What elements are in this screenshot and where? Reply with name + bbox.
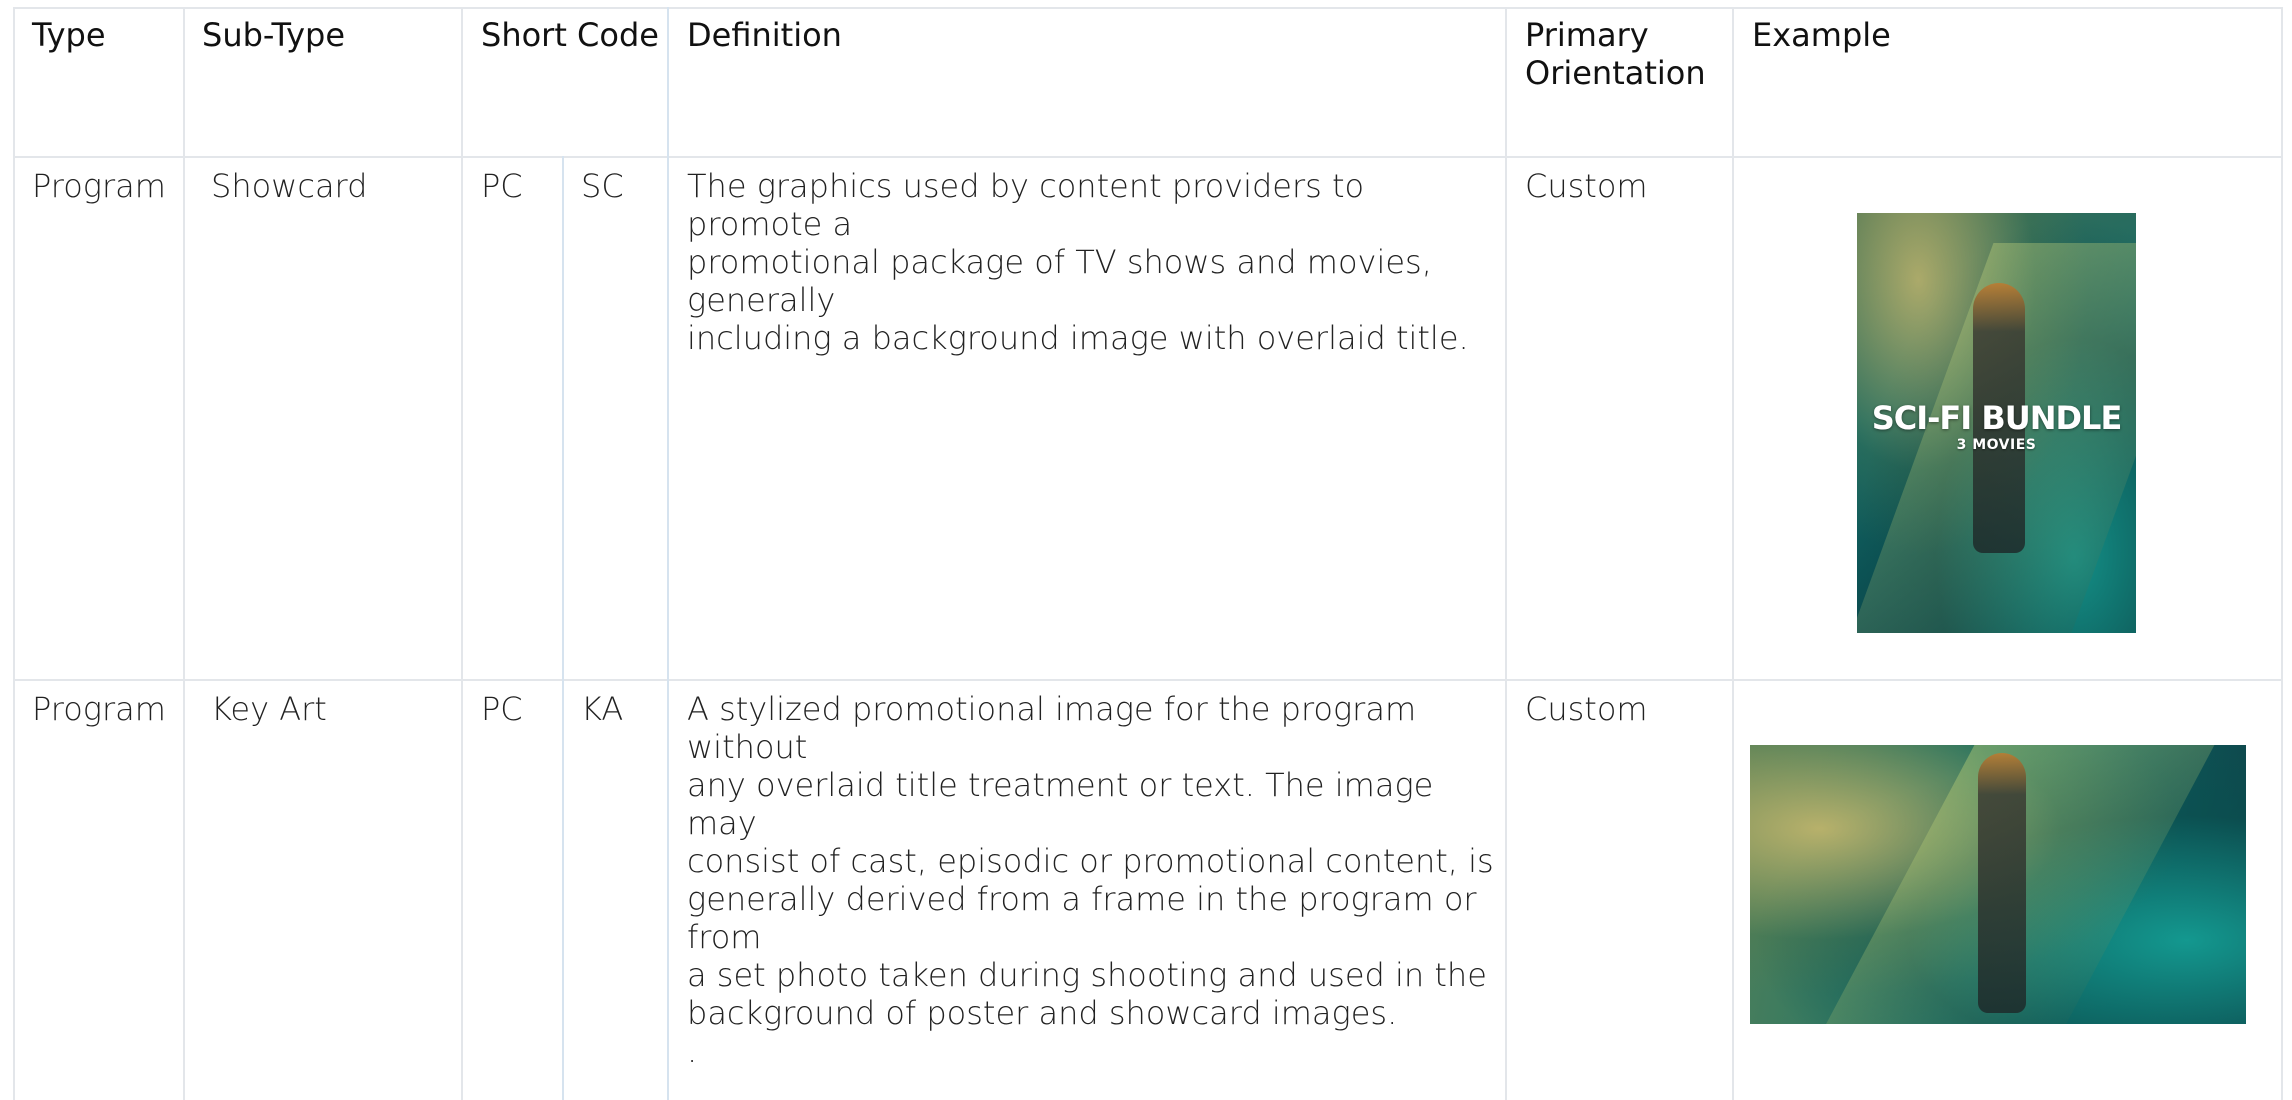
header-type: Type — [32, 16, 106, 54]
row-2-subtype: Key Art — [211, 690, 327, 728]
key-art-example-image — [1750, 745, 2246, 1024]
table-right-border — [2281, 7, 2283, 1100]
header-example: Example — [1752, 16, 1891, 54]
row-2-code-1: PC — [481, 690, 523, 728]
row-divider — [13, 679, 2282, 681]
poster-title: SCI-FI BUNDLE — [1871, 399, 2123, 437]
column-divider-orientation — [1732, 7, 1734, 1100]
poster-subtitle: 3 MOVIES — [1956, 437, 2037, 453]
row-2-orientation: Custom — [1525, 690, 1648, 728]
row-1-code-2: SC — [581, 167, 624, 205]
row-2-code-2: KA — [581, 690, 624, 728]
column-divider-type — [183, 7, 185, 1100]
table-left-border — [13, 7, 15, 1100]
header-primary-orientation: Primary Orientation — [1525, 16, 1706, 92]
column-divider-subtype — [461, 7, 463, 1100]
column-divider-short-code — [667, 7, 669, 1100]
key-art-astronaut-figure — [1978, 753, 2026, 1013]
row-2-definition: A stylized promotional image for the pro… — [687, 690, 1494, 1070]
table-top-border — [13, 7, 2282, 9]
row-1-type: Program — [32, 167, 166, 205]
header-row-divider — [13, 156, 2282, 158]
column-divider-code-split — [562, 156, 564, 1100]
column-divider-definition — [1505, 7, 1507, 1100]
row-1-code-1: PC — [481, 167, 523, 205]
header-short-code: Short Code — [481, 16, 659, 54]
row-1-definition: The graphics used by content providers t… — [687, 167, 1469, 357]
header-definition: Definition — [687, 16, 842, 54]
row-1-orientation: Custom — [1525, 167, 1648, 205]
showcard-example-image: SCI-FI BUNDLE 3 MOVIES — [1857, 213, 2136, 633]
row-2-type: Program — [32, 690, 166, 728]
row-1-subtype: Showcard — [211, 167, 368, 205]
header-subtype: Sub-Type — [202, 16, 346, 54]
